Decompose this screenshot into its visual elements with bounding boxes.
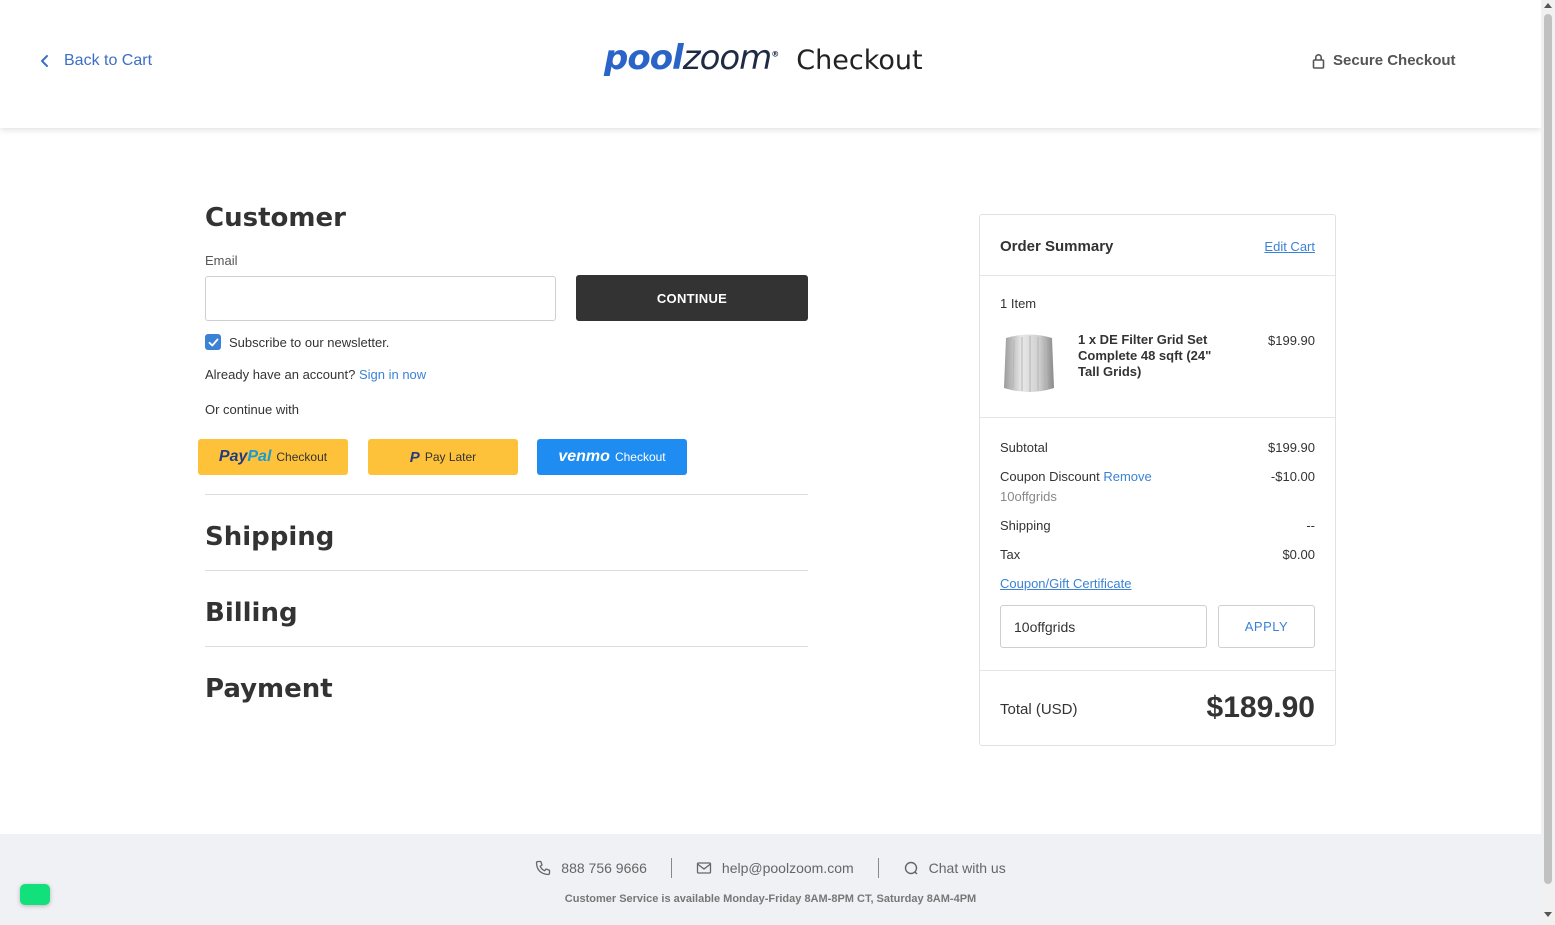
summary-divider <box>980 275 1335 276</box>
newsletter-option[interactable]: Subscribe to our newsletter. <box>205 334 389 350</box>
tax-row: Tax $0.00 <box>1000 547 1315 562</box>
venmo-checkout-button[interactable]: venmo Checkout <box>537 439 687 475</box>
page-scrollbar[interactable] <box>1541 0 1555 925</box>
summary-divider <box>980 670 1335 671</box>
item-price: $199.90 <box>1268 333 1315 348</box>
footer-chat[interactable]: Chat with us <box>879 860 1030 876</box>
section-divider <box>205 494 808 495</box>
paypal-checkout-label: Checkout <box>276 450 328 464</box>
pay-later-label: Pay Later <box>424 450 477 464</box>
sign-in-link[interactable]: Sign in now <box>359 367 426 382</box>
scroll-up-arrow-icon[interactable] <box>1544 3 1552 8</box>
footer-phone-number: 888 756 9666 <box>561 860 647 876</box>
email-field[interactable] <box>205 276 556 321</box>
back-to-cart-link[interactable]: Back to Cart <box>38 52 152 70</box>
customer-service-hours: Customer Service is available Monday-Fri… <box>564 893 977 905</box>
subtotal-value: $199.90 <box>1268 440 1315 455</box>
checkout-header: Back to Cart poolzoom® Checkout Secure C… <box>0 0 1541 128</box>
footer-phone[interactable]: 888 756 9666 <box>511 860 671 876</box>
footer-chat-label: Chat with us <box>928 860 1006 876</box>
coupon-discount-label: Coupon Discount <box>1000 469 1100 484</box>
paypal-pay-later-button[interactable]: P Pay Later <box>368 439 518 475</box>
subtotal-label: Subtotal <box>1000 440 1048 455</box>
paypal-p-icon: P <box>409 448 420 466</box>
chat-widget-button[interactable] <box>20 884 50 905</box>
venmo-checkout-label: Checkout <box>614 450 666 464</box>
back-to-cart-label: Back to Cart <box>64 52 153 69</box>
email-label: Email <box>205 253 238 268</box>
phone-icon <box>536 860 551 876</box>
coupon-code-field[interactable] <box>1000 605 1207 648</box>
summary-divider <box>980 417 1335 418</box>
order-summary-title: Order Summary <box>1000 238 1114 255</box>
poolzoom-logo[interactable]: poolzoom® <box>604 38 779 78</box>
scroll-down-arrow-icon[interactable] <box>1544 912 1552 917</box>
logo-zoom-text: zoom <box>682 38 773 78</box>
shipping-row: Shipping -- <box>1000 518 1315 533</box>
item-name: 1 x DE Filter Grid Set Complete 48 sqft … <box>1078 332 1212 379</box>
paypal-checkout-button[interactable]: PayPal Checkout <box>198 439 348 475</box>
paypal-logo-pal: Pal <box>247 448 272 465</box>
total-value: $189.90 <box>1206 691 1315 724</box>
shipping-label: Shipping <box>1000 518 1051 533</box>
coupon-gift-certificate-link[interactable]: Coupon/Gift Certificate <box>1000 576 1132 591</box>
section-divider <box>205 646 808 647</box>
footer-email[interactable]: help@poolzoom.com <box>672 860 878 876</box>
edit-cart-link[interactable]: Edit Cart <box>1264 239 1315 254</box>
secure-checkout-label: Secure Checkout <box>1333 52 1456 69</box>
paypal-logo-pay: Pay <box>218 448 248 465</box>
checkmark-icon <box>208 338 218 346</box>
tax-value: $0.00 <box>1282 547 1315 562</box>
scrollbar-thumb[interactable] <box>1544 14 1552 884</box>
tax-label: Tax <box>1000 547 1021 562</box>
billing-heading[interactable]: Billing <box>205 598 298 628</box>
page-footer: 888 756 9666 help@poolzoom.com Chat with… <box>0 834 1541 925</box>
mail-icon <box>696 862 712 874</box>
subtotal-row: Subtotal $199.90 <box>1000 440 1315 455</box>
secure-checkout-badge: Secure Checkout <box>1312 52 1456 69</box>
chat-icon <box>904 861 918 875</box>
shipping-value: -- <box>1306 518 1315 533</box>
chevron-left-icon <box>41 55 48 67</box>
order-summary: Order Summary Edit Cart 1 Item 1 x DE Fi… <box>979 214 1336 746</box>
total-label: Total (USD) <box>1000 701 1078 718</box>
brand: poolzoom® Checkout <box>604 38 923 78</box>
coupon-discount-value: -$10.00 <box>1270 469 1315 484</box>
venmo-logo: venmo <box>558 448 610 465</box>
newsletter-label: Subscribe to our newsletter. <box>229 334 390 350</box>
apply-coupon-button[interactable]: APPLY <box>1218 605 1315 648</box>
page-title: Checkout <box>796 45 923 76</box>
continue-button[interactable]: CONTINUE <box>576 275 808 321</box>
newsletter-checkbox[interactable] <box>205 334 221 350</box>
footer-email-address: help@poolzoom.com <box>721 860 854 876</box>
coupon-discount-row: Coupon Discount Remove -$10.00 <box>1000 469 1315 484</box>
or-continue-label: Or continue with <box>205 402 299 417</box>
product-thumbnail <box>1004 334 1054 392</box>
logo-registered-mark: ® <box>771 49 779 59</box>
account-prompt-text: Already have an account? <box>205 367 356 382</box>
paypal-logo: PayPal <box>219 448 271 466</box>
logo-pool-text: pool <box>604 38 684 78</box>
footer-contacts: 888 756 9666 help@poolzoom.com Chat with… <box>0 858 1541 878</box>
items-count: 1 Item <box>1000 296 1037 311</box>
remove-coupon-link[interactable]: Remove <box>1103 469 1151 484</box>
lock-icon <box>1312 53 1325 69</box>
section-divider <box>205 570 808 571</box>
shipping-heading[interactable]: Shipping <box>205 522 334 552</box>
applied-coupon-code: 10offgrids <box>1000 489 1057 504</box>
customer-heading: Customer <box>205 203 346 233</box>
payment-heading[interactable]: Payment <box>205 674 333 704</box>
account-prompt: Already have an account? Sign in now <box>205 367 426 382</box>
